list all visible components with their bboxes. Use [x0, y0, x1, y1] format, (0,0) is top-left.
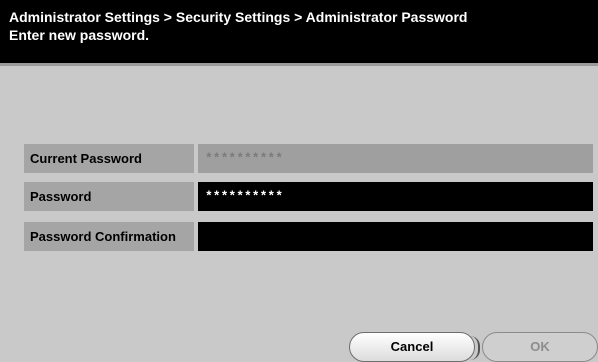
- password-label: Password: [24, 182, 194, 211]
- divider: [0, 63, 598, 66]
- current-password-label: Current Password: [24, 144, 194, 173]
- current-password-row: Current Password **********: [24, 144, 593, 173]
- title-bar: Administrator Settings > Security Settin…: [0, 0, 598, 63]
- password-confirmation-row: Password Confirmation: [24, 222, 593, 251]
- password-row: Password **********: [24, 182, 593, 211]
- password-field[interactable]: **********: [198, 182, 593, 211]
- breadcrumb: Administrator Settings > Security Settin…: [9, 9, 468, 25]
- password-confirmation-field[interactable]: [198, 222, 593, 251]
- cancel-button[interactable]: Cancel: [349, 332, 480, 362]
- admin-password-screen: Administrator Settings > Security Settin…: [0, 0, 598, 362]
- ok-button[interactable]: OK: [482, 332, 598, 362]
- current-password-field: **********: [198, 144, 593, 173]
- instruction-text: Enter new password.: [9, 27, 150, 43]
- password-confirmation-label: Password Confirmation: [24, 222, 194, 251]
